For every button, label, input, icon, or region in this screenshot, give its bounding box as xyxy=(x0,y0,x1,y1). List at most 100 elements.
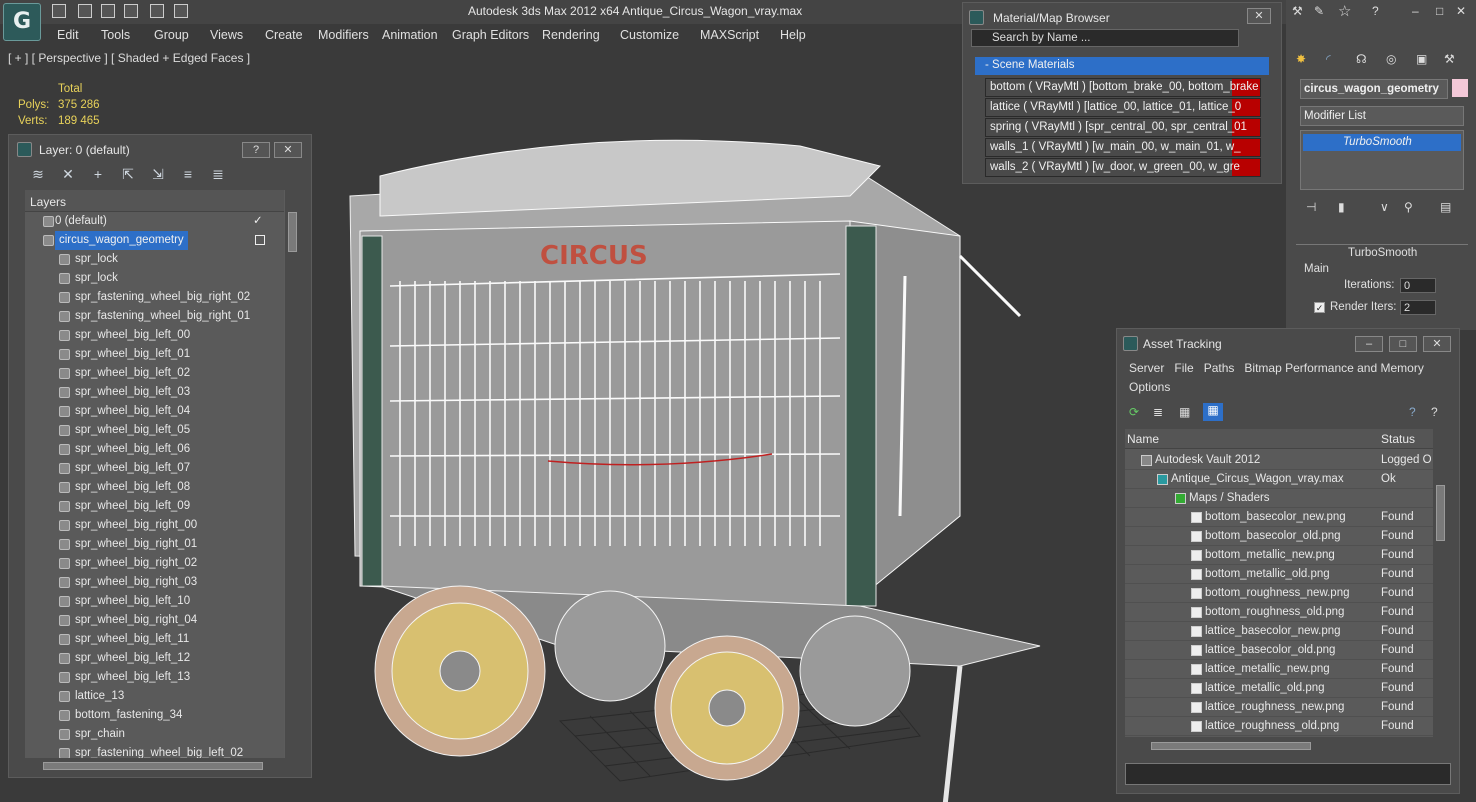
open-file-icon[interactable] xyxy=(52,4,66,18)
modifier-list-dropdown[interactable]: Modifier List xyxy=(1300,106,1464,126)
layer-row[interactable]: spr_wheel_big_right_01 xyxy=(25,535,292,554)
delete-layer-icon[interactable]: ✕ xyxy=(59,165,77,183)
layer-row[interactable]: spr_wheel_big_left_09 xyxy=(25,497,292,516)
save-file-icon[interactable] xyxy=(78,4,92,18)
highlight-icon[interactable]: ? xyxy=(1431,405,1438,419)
menu-file[interactable]: File xyxy=(1174,361,1193,375)
layer-row[interactable]: spr_lock xyxy=(25,269,292,288)
material-row[interactable]: spring ( VRayMtl ) [spr_central_00, spr_… xyxy=(985,118,1261,137)
layers-column-header[interactable]: Layers xyxy=(25,190,292,212)
layer-row[interactable]: spr_fastening_wheel_big_right_02 xyxy=(25,288,292,307)
close-button[interactable]: ✕ xyxy=(1247,8,1271,24)
layer-row[interactable]: spr_wheel_big_left_03 xyxy=(25,383,292,402)
asset-row[interactable]: lattice_basecolor_new.png Found xyxy=(1125,622,1435,641)
favorite-icon[interactable]: ☆ xyxy=(1338,2,1351,20)
modify-tab-icon[interactable]: ◜ xyxy=(1326,52,1331,66)
utilities-tab-icon[interactable]: ⚒ xyxy=(1444,52,1455,66)
layer-row[interactable]: spr_wheel_big_left_06 xyxy=(25,440,292,459)
asset-row[interactable]: lattice_roughness_new.png Found xyxy=(1125,698,1435,717)
layer-row[interactable]: spr_lock xyxy=(25,250,292,269)
tools-icon[interactable]: ⚒ xyxy=(1292,4,1306,18)
menu-customize[interactable]: Customize xyxy=(620,28,679,42)
layer-row[interactable]: spr_wheel_big_right_02 xyxy=(25,554,292,573)
close-button[interactable]: ✕ xyxy=(274,142,302,158)
layer-row[interactable]: circus_wagon_geometry xyxy=(25,231,292,250)
menu-animation[interactable]: Animation xyxy=(382,28,438,42)
minimize-icon[interactable]: – xyxy=(1412,4,1419,18)
layer-row[interactable]: spr_fastening_wheel_big_left_02 xyxy=(25,744,292,758)
layer-row[interactable]: spr_wheel_big_left_02 xyxy=(25,364,292,383)
minimize-button[interactable]: – xyxy=(1355,336,1383,352)
create-tab-icon[interactable]: ✸ xyxy=(1296,52,1306,66)
menu-paths[interactable]: Paths xyxy=(1204,361,1235,375)
layer-row[interactable]: spr_wheel_big_right_03 xyxy=(25,573,292,592)
asset-row[interactable]: Maps / Shaders xyxy=(1125,489,1435,508)
fetch-icon[interactable] xyxy=(174,4,188,18)
hide-layers-icon[interactable]: ≡ xyxy=(179,165,197,183)
menu-modifiers[interactable]: Modifiers xyxy=(318,28,369,42)
asset-row[interactable]: bottom_basecolor_old.png Found xyxy=(1125,527,1435,546)
display-tab-icon[interactable]: ▣ xyxy=(1416,52,1427,66)
material-row[interactable]: bottom ( VRayMtl ) [bottom_brake_00, bot… xyxy=(985,78,1261,97)
asset-row[interactable]: lattice_basecolor_old.png Found xyxy=(1125,641,1435,660)
scroll-thumb[interactable] xyxy=(1436,485,1445,541)
layer-row[interactable]: lattice_13 xyxy=(25,687,292,706)
layer-row[interactable]: spr_wheel_big_left_12 xyxy=(25,649,292,668)
make-unique-icon[interactable]: ∨ xyxy=(1380,200,1389,214)
menu-create[interactable]: Create xyxy=(265,28,303,42)
iterations-spinner[interactable]: 0 xyxy=(1400,278,1436,293)
layer-row[interactable]: spr_wheel_big_left_01 xyxy=(25,345,292,364)
layer-row[interactable]: 0 (default) ✓ xyxy=(25,212,292,231)
menu-group[interactable]: Group xyxy=(154,28,189,42)
pin-stack-icon[interactable]: ⊣ xyxy=(1306,200,1316,214)
thumbnail-view-icon[interactable]: ▦ xyxy=(1179,405,1190,419)
configure-modifier-sets-icon[interactable]: ▤ xyxy=(1440,200,1451,214)
close-icon[interactable]: ✕ xyxy=(1456,4,1466,18)
maximize-button[interactable]: □ xyxy=(1389,336,1417,352)
select-objects-icon[interactable]: ⇱ xyxy=(119,165,137,183)
layer-row[interactable]: spr_wheel_big_right_00 xyxy=(25,516,292,535)
motion-tab-icon[interactable]: ◎ xyxy=(1386,52,1396,66)
asset-row[interactable]: bottom_roughness_new.png Found xyxy=(1125,584,1435,603)
vault-help-icon[interactable]: ? xyxy=(1409,405,1416,419)
add-to-layer-icon[interactable]: + xyxy=(89,165,107,183)
asset-vertical-scrollbar[interactable] xyxy=(1433,429,1449,737)
object-color-swatch[interactable] xyxy=(1452,79,1468,97)
pin-icon[interactable]: ✎ xyxy=(1314,4,1328,18)
layer-row[interactable]: bottom_fastening_34 xyxy=(25,706,292,725)
layer-row[interactable]: spr_wheel_big_left_04 xyxy=(25,402,292,421)
freeze-layers-icon[interactable]: ≣ xyxy=(209,165,227,183)
menu-graph-editors[interactable]: Graph Editors xyxy=(452,28,529,42)
layer-row[interactable]: spr_wheel_big_left_11 xyxy=(25,630,292,649)
scroll-thumb[interactable] xyxy=(288,212,297,252)
active-layer-check-icon[interactable]: ✓ xyxy=(253,212,263,231)
asset-row[interactable]: bottom_metallic_new.png Found xyxy=(1125,546,1435,565)
asset-row[interactable]: lattice_metallic_old.png Found xyxy=(1125,679,1435,698)
menu-tools[interactable]: Tools xyxy=(101,28,130,42)
help-button[interactable]: ? xyxy=(242,142,270,158)
rollout-title[interactable]: TurboSmooth xyxy=(1348,247,1417,259)
layer-row[interactable]: spr_wheel_big_left_05 xyxy=(25,421,292,440)
asset-row[interactable]: lattice_metallic_new.png Found xyxy=(1125,660,1435,679)
viewport-label[interactable]: [ + ] [ Perspective ] [ Shaded + Edged F… xyxy=(8,51,250,65)
column-name[interactable]: Name xyxy=(1127,432,1159,446)
help-icon[interactable]: ? xyxy=(1372,4,1379,18)
asset-row[interactable]: lattice_roughness_old.png Found xyxy=(1125,717,1435,736)
close-button[interactable]: ✕ xyxy=(1423,336,1451,352)
hold-icon[interactable] xyxy=(150,4,164,18)
asset-tracking-titlebar[interactable]: Asset Tracking – □ ✕ xyxy=(1117,329,1459,357)
hierarchy-tab-icon[interactable]: ☊ xyxy=(1356,52,1367,66)
layer-row[interactable]: spr_wheel_big_left_10 xyxy=(25,592,292,611)
asset-row[interactable]: Antique_Circus_Wagon_vray.max Ok xyxy=(1125,470,1435,489)
layer-row[interactable]: spr_chain xyxy=(25,725,292,744)
maximize-icon[interactable]: □ xyxy=(1436,4,1443,18)
list-view-icon[interactable]: ≣ xyxy=(1153,405,1163,419)
layers-horizontal-scrollbar[interactable] xyxy=(25,759,292,773)
menu-help[interactable]: Help xyxy=(780,28,806,42)
layer-row[interactable]: spr_wheel_big_left_08 xyxy=(25,478,292,497)
layer-row[interactable]: spr_wheel_big_left_07 xyxy=(25,459,292,478)
material-row[interactable]: walls_2 ( VRayMtl ) [w_door, w_green_00,… xyxy=(985,158,1261,177)
object-name-field[interactable]: circus_wagon_geometry xyxy=(1300,79,1448,99)
scene-materials-group[interactable]: - Scene Materials xyxy=(975,57,1269,75)
show-end-result-icon[interactable]: ▮ xyxy=(1338,200,1345,214)
